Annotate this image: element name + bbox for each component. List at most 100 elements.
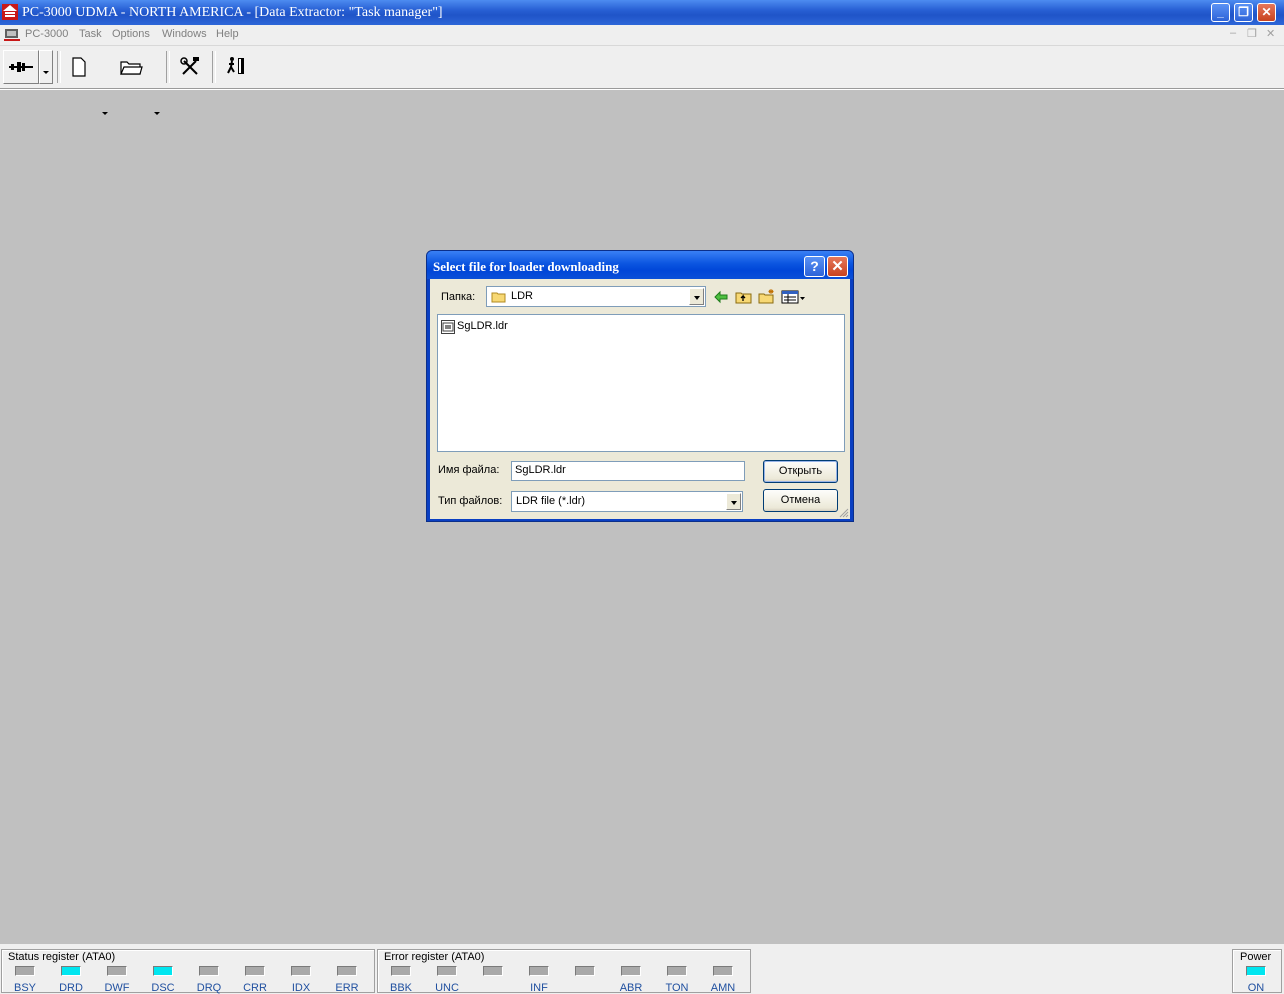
status-register-title: Status register (ATA0): [8, 951, 116, 963]
error-register-led: [575, 966, 595, 976]
power-led: [1246, 966, 1266, 976]
power-label: ON: [1247, 982, 1265, 994]
ldr-file-icon: [441, 320, 455, 334]
file-list[interactable]: SgLDR.ldr: [437, 314, 845, 452]
dialog-title: Select file for loader downloading: [433, 259, 619, 274]
tools-button[interactable]: [174, 50, 206, 84]
error-register-led: [621, 966, 641, 976]
status-register-led: [15, 966, 35, 976]
error-register-led: [713, 966, 733, 976]
up-folder-icon[interactable]: [735, 289, 753, 305]
filename-input[interactable]: [515, 464, 735, 476]
status-register-led-label: DSC: [151, 982, 175, 994]
app-logo-icon: [2, 4, 18, 20]
folder-combo[interactable]: LDR: [486, 286, 706, 307]
open-button[interactable]: Открыть: [763, 460, 838, 483]
new-task-dropdown-icon[interactable]: [102, 112, 108, 115]
status-register-group: Status register (ATA0) BSY DRD DWF DSC DRQ CR…: [1, 949, 375, 994]
open-task-button[interactable]: [114, 50, 148, 84]
status-register-led-label: BSY: [13, 982, 36, 994]
mdi-minimize-button[interactable]: –: [1230, 27, 1236, 39]
connector-icon: [9, 62, 33, 72]
tools-icon: [180, 57, 199, 75]
status-register-led: [107, 966, 127, 976]
menu-help[interactable]: Help: [216, 28, 239, 40]
filename-field[interactable]: [511, 461, 745, 481]
status-register-led: [61, 966, 81, 976]
file-open-dialog: Select file for loader downloading ? ✕ П…: [426, 250, 854, 522]
status-register-led: [245, 966, 265, 976]
view-menu-icon[interactable]: [781, 289, 807, 305]
menu-bar: PC-3000 Task Options Windows Help – ❐ ✕: [0, 25, 1284, 46]
filetype-select[interactable]: LDR file (*.ldr): [511, 491, 743, 512]
error-register-led-label: AMN: [710, 982, 736, 994]
exit-icon: [227, 57, 244, 74]
error-register-led-label: ABR: [619, 982, 643, 994]
toolbar-separator: [212, 51, 216, 83]
menu-task[interactable]: Task: [79, 28, 102, 40]
title-bar[interactable]: PC-3000 UDMA - NORTH AMERICA - [Data Ext…: [0, 0, 1284, 25]
error-register-led: [667, 966, 687, 976]
status-register-led-label: IDX: [291, 982, 311, 994]
status-register-led-label: DRQ: [196, 982, 222, 994]
toolbar-separator: [57, 51, 61, 83]
connect-dropdown[interactable]: [39, 50, 53, 84]
error-register-led-label: INF: [530, 982, 548, 994]
open-task-dropdown-icon[interactable]: [154, 112, 160, 115]
folder-label: Папка:: [441, 291, 476, 303]
status-bar: Status register (ATA0) BSY DRD DWF DSC DRQ CR…: [0, 944, 1284, 994]
new-folder-icon[interactable]: [758, 289, 776, 305]
back-arrow-icon[interactable]: [712, 289, 730, 305]
status-register-led: [291, 966, 311, 976]
error-register-led: [437, 966, 457, 976]
restore-button[interactable]: ❐: [1234, 3, 1253, 22]
open-folder-icon: [120, 61, 143, 75]
exit-button[interactable]: [220, 50, 252, 84]
error-register-title: Error register (ATA0): [384, 951, 485, 963]
mdi-restore-button[interactable]: ❐: [1247, 27, 1257, 40]
error-register-led: [483, 966, 503, 976]
filetype-value: LDR file (*.ldr): [516, 495, 586, 507]
toolbar: [0, 46, 1284, 115]
file-name: SgLDR.ldr: [457, 320, 508, 332]
menu-windows[interactable]: Windows: [162, 28, 207, 40]
filename-label: Имя файла:: [438, 464, 500, 476]
cancel-button[interactable]: Отмена: [763, 489, 838, 512]
menu-pc3000[interactable]: PC-3000: [25, 28, 68, 40]
mdi-close-button[interactable]: ✕: [1266, 27, 1275, 40]
new-document-icon: [72, 57, 86, 77]
error-register-led-label: BBK: [389, 982, 412, 994]
folder-value: LDR: [511, 290, 534, 302]
power-group: Power ON: [1232, 949, 1282, 994]
error-register-led-label: UNC: [435, 982, 459, 994]
status-register-led-label: DRD: [59, 982, 83, 994]
status-register-led-label: DWF: [104, 982, 130, 994]
menu-options[interactable]: Options: [112, 28, 150, 40]
new-task-button[interactable]: [64, 50, 94, 84]
status-register-led-label: ERR: [335, 982, 359, 994]
dialog-body: Папка: LDR SgLDR.ldr Имя файла: SgLDR.ld…: [430, 279, 850, 519]
power-title: Power: [1240, 951, 1272, 963]
window-title: PC-3000 UDMA - NORTH AMERICA - [Data Ext…: [22, 5, 443, 20]
error-register-group: Error register (ATA0) BBK UNC INF ABR TON AMN: [377, 949, 751, 994]
error-register-led: [529, 966, 549, 976]
folder-icon: [491, 292, 506, 303]
help-button[interactable]: ?: [804, 256, 825, 277]
filetype-dropdown-arrow[interactable]: [726, 493, 741, 510]
status-register-led: [337, 966, 357, 976]
dialog-title-bar[interactable]: Select file for loader downloading ? ✕: [427, 251, 853, 279]
resize-grip-icon[interactable]: [839, 508, 849, 518]
pc3000-menu-icon[interactable]: [4, 27, 20, 42]
folder-dropdown-arrow[interactable]: [689, 288, 704, 305]
chevron-down-icon: [43, 71, 49, 74]
error-register-led: [391, 966, 411, 976]
dialog-close-button[interactable]: ✕: [827, 256, 848, 277]
status-register-led: [153, 966, 173, 976]
error-register-led-label: TON: [665, 982, 689, 994]
connect-button[interactable]: [3, 50, 39, 84]
status-register-led-label: CRR: [243, 982, 267, 994]
toolbar-separator: [166, 51, 170, 83]
minimize-button[interactable]: _: [1211, 3, 1230, 22]
filetype-label: Тип файлов:: [438, 495, 503, 507]
close-button[interactable]: ✕: [1257, 3, 1276, 22]
